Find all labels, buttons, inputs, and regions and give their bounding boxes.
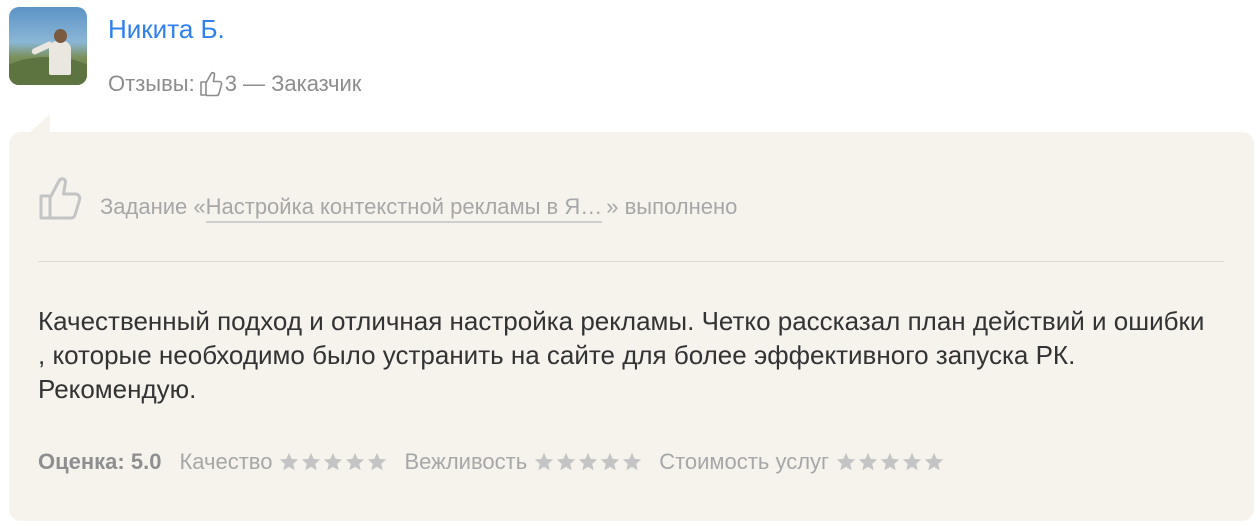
reviews-count: 3 (224, 71, 237, 96)
star-icon (858, 452, 878, 471)
star-icon (535, 452, 554, 471)
avatar-photo-head (54, 29, 67, 43)
avatar-photo-hill (9, 57, 87, 85)
author-name-link[interactable]: Никита Б. (108, 14, 225, 45)
rating-politeness: Вежливость (404, 449, 643, 475)
review-text: Качественный подход и отличная настройка… (38, 306, 1205, 404)
rating-politeness-stars (533, 451, 643, 473)
avatar-photo-body (49, 41, 71, 75)
task-status-line: Задание « Настройка контекстной рекламы … (38, 172, 738, 223)
task-title-link[interactable]: Настройка контекстной рекламы в Я… (205, 194, 603, 223)
star-icon (579, 452, 598, 471)
star-icon (836, 452, 856, 471)
star-icon (557, 452, 576, 471)
rating-cost-stars (835, 451, 945, 473)
rating-quality: Качество (179, 449, 388, 475)
star-icon (368, 452, 387, 471)
task-prefix: Задание « (100, 194, 206, 219)
rating-cost: Стоимость услуг (659, 449, 945, 475)
star-icon (324, 452, 343, 471)
star-icon (623, 452, 642, 471)
author-role: — Заказчик (242, 71, 362, 96)
user-avatar[interactable] (9, 7, 87, 85)
ratings-row: Оценка: 5.0 Качество Вежливость Стоимост… (38, 449, 961, 475)
thumbs-up-large-icon (39, 177, 82, 220)
star-icon (880, 452, 900, 471)
star-icon (924, 452, 944, 471)
card-divider (38, 261, 1224, 262)
thumbs-up-icon (199, 71, 223, 97)
review-card-tail (28, 114, 50, 134)
star-icon (302, 452, 321, 471)
star-icon (280, 452, 299, 471)
author-meta: Отзывы: 3 — Заказчик (108, 70, 361, 98)
rating-quality-label: Качество (179, 449, 273, 474)
star-icon (902, 452, 922, 471)
rating-quality-stars (278, 451, 388, 473)
reviews-label: Отзывы: (108, 71, 195, 96)
star-icon (346, 452, 365, 471)
rating-cost-label: Стоимость услуг (659, 449, 830, 474)
star-icon (601, 452, 620, 471)
task-suffix: » выполнено (606, 194, 738, 219)
overall-score: Оценка: 5.0 (38, 449, 162, 474)
rating-politeness-label: Вежливость (404, 449, 528, 474)
